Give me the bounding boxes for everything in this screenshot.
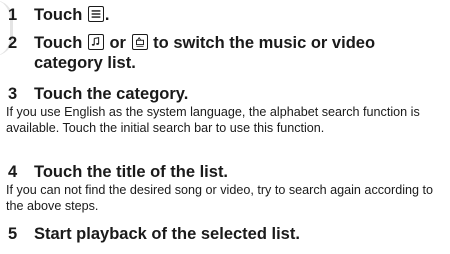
step-3: 3 Touch the category. If you use English…: [6, 84, 444, 136]
video-icon: [131, 34, 148, 50]
step-4: 4 Touch the title of the list. If you ca…: [6, 162, 444, 214]
step-number: 4: [8, 163, 18, 181]
step-2: 2 Touch or to switch the music or video …: [6, 33, 444, 73]
step-title: Touch .: [34, 6, 110, 24]
list-menu-icon: [87, 6, 104, 22]
step-description: If you can not find the desired song or …: [6, 183, 434, 213]
music-note-icon: [87, 34, 104, 50]
step-number: 5: [8, 225, 18, 243]
step-title: Touch or to switch the music or video ca…: [34, 34, 376, 72]
step-title: Touch the title of the list.: [34, 163, 229, 181]
step-title: Touch the category.: [34, 85, 189, 103]
step-number: 1: [8, 6, 18, 24]
step-number: 3: [8, 85, 18, 103]
step-1: 1 Touch .: [6, 5, 444, 25]
step-title: Start playback of the selected list.: [34, 225, 300, 243]
step-number: 2: [8, 34, 18, 52]
step-description: If you use English as the system languag…: [6, 105, 420, 135]
step-5: 5 Start playback of the selected list.: [6, 224, 444, 244]
